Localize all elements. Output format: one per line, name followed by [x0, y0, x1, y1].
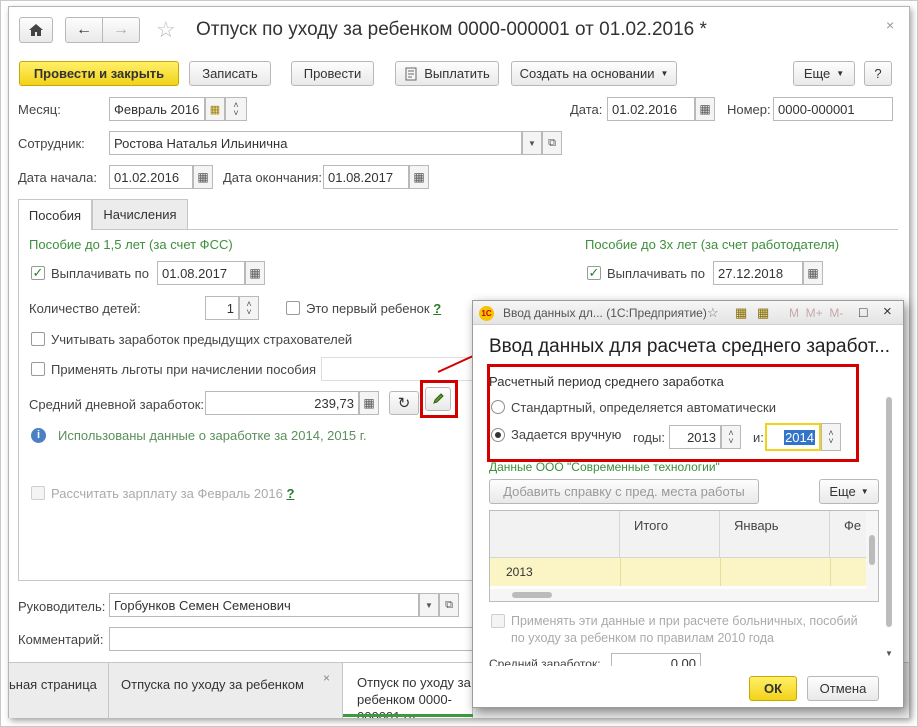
manual-option-label: Задается вручную [511, 427, 622, 442]
avg-earnings-dialog: 1C Ввод данных дл... (1С:Предприятие) ☆ … [472, 300, 904, 708]
standard-radio[interactable] [491, 400, 505, 414]
calculator-icon[interactable]: ▦ [735, 305, 747, 321]
dialog-scrollbar[interactable]: ▼ [885, 397, 893, 659]
manual-radio[interactable] [491, 428, 505, 442]
table-row[interactable]: 2013 [490, 558, 866, 586]
memory-buttons[interactable]: M M+ M- [789, 306, 843, 320]
standard-option-label: Стандартный, определяется автоматически [511, 400, 776, 415]
year-to-stepper[interactable]: ˄ ˅ [821, 423, 841, 451]
close-icon[interactable]: × [883, 303, 892, 320]
cell-divider [620, 558, 621, 586]
dropdown-arrow-icon: ▼ [860, 487, 869, 496]
year-to-input[interactable]: 2014 [765, 423, 821, 451]
scroll-thumb[interactable] [886, 397, 892, 627]
column-header-total: Итого [620, 511, 720, 558]
row-year: 2013 [506, 565, 533, 579]
year-from-input[interactable]: 2013 [669, 425, 721, 449]
table-vertical-scrollbar[interactable] [866, 511, 878, 601]
column-header-empty [490, 511, 620, 558]
years-label: годы: [633, 430, 665, 445]
scroll-thumb[interactable] [512, 592, 552, 598]
column-header-january: Январь [720, 511, 830, 558]
table-horizontal-scrollbar[interactable] [490, 589, 866, 601]
and-label: и: [753, 430, 764, 445]
dialog-heading: Ввод данных для расчета среднего заработ… [489, 336, 889, 357]
cell-divider [830, 558, 831, 586]
chevron-down-icon: ˅ [728, 436, 734, 446]
earnings-table: Итого Январь Фе 2013 [489, 510, 879, 602]
cell-divider [720, 558, 721, 586]
company-data-link[interactable]: Данные ООО "Современные технологии" [489, 460, 720, 474]
cancel-button[interactable]: Отмена [807, 676, 879, 701]
dialog-more-button[interactable]: Еще ▼ [819, 479, 879, 504]
year-from-stepper[interactable]: ˄ ˅ [721, 425, 741, 449]
favorite-star-icon[interactable]: ☆ [707, 305, 719, 321]
app-logo-icon: 1C [479, 306, 494, 321]
calendar-icon[interactable]: ▦ [757, 305, 769, 321]
period-group-label: Расчетный период среднего заработка [489, 374, 724, 389]
year-to-value: 2014 [784, 429, 815, 445]
maximize-icon[interactable]: □ [859, 304, 867, 320]
ok-button[interactable]: ОК [749, 676, 797, 701]
dialog-titlebar-text: Ввод данных дл... (1С:Предприятие) [503, 306, 707, 320]
chevron-down-icon: ˅ [828, 436, 834, 446]
add-reference-button[interactable]: Добавить справку с пред. места работы [489, 479, 759, 504]
chevron-down-icon[interactable]: ▼ [885, 649, 893, 658]
scroll-thumb[interactable] [869, 535, 875, 565]
apply-data-checkbox[interactable] [491, 614, 505, 628]
dialog-more-label: Еще [829, 484, 856, 499]
apply-data-label: Применять эти данные и при расчете больн… [511, 614, 858, 645]
